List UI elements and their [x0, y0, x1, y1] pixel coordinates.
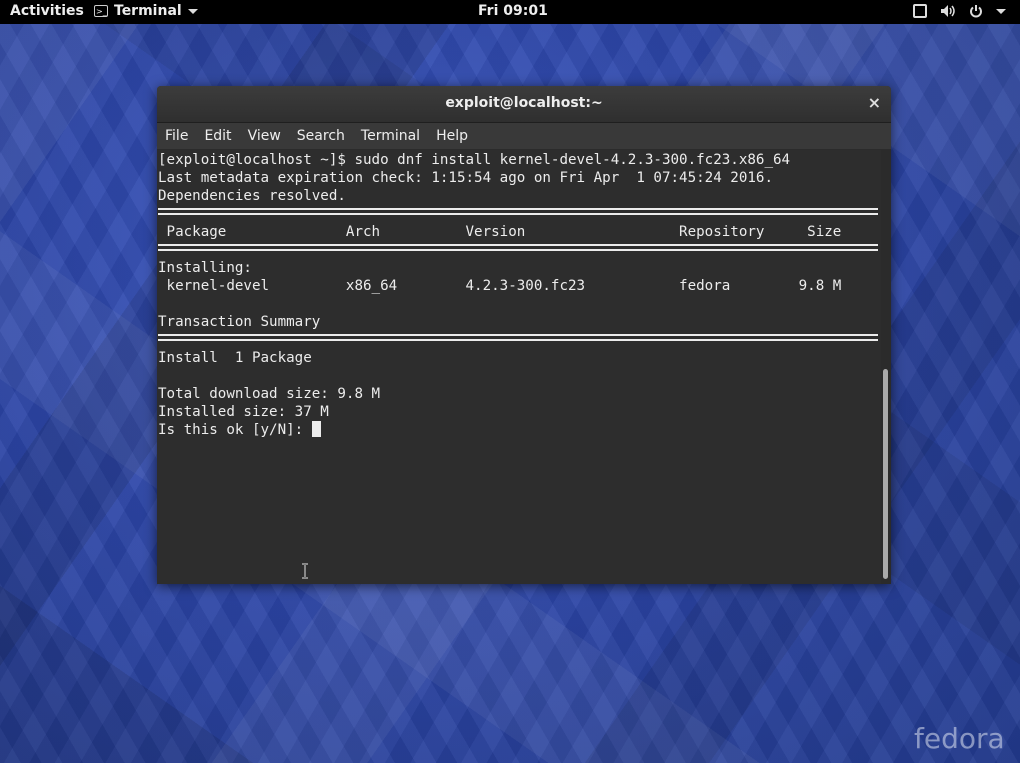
- prompt-text: Is this ok [y/N]:: [158, 422, 312, 438]
- menu-file[interactable]: File: [157, 128, 196, 144]
- separator-line: [158, 334, 878, 341]
- app-menu[interactable]: >_ Terminal: [94, 3, 198, 19]
- ibeam-cursor-icon: [302, 563, 308, 579]
- terminal-window: exploit@localhost:~ × File Edit View Sea…: [157, 86, 891, 584]
- prompt-line: Is this ok [y/N]:: [158, 421, 321, 439]
- menu-bar: File Edit View Search Terminal Help: [157, 123, 891, 149]
- table-row: kernel-devel x86_64 4.2.3-300.fc23 fedor…: [158, 278, 842, 294]
- chevron-down-icon: [996, 8, 1006, 14]
- terminal-output[interactable]: [exploit@localhost ~]$ sudo dnf install …: [157, 150, 881, 584]
- fedora-logo: fedora: [914, 722, 1005, 755]
- scrollbar-thumb[interactable]: [883, 369, 888, 579]
- terminal-line: [exploit@localhost ~]$ sudo dnf install …: [158, 152, 791, 168]
- menu-view[interactable]: View: [240, 128, 289, 144]
- terminal-line: Install 1 Package: [158, 350, 312, 366]
- text-cursor: [311, 421, 321, 437]
- window-title: exploit@localhost:~: [445, 95, 603, 111]
- terminal-line: Total download size: 9.8 M: [158, 386, 381, 402]
- separator-line: [158, 244, 878, 251]
- table-header: Package Arch Version Repository Size: [158, 224, 842, 240]
- separator-line: [158, 208, 878, 215]
- top-bar: Activities >_ Terminal Fri 09:01: [0, 0, 1020, 24]
- menu-search[interactable]: Search: [289, 128, 353, 144]
- terminal-icon: >_: [94, 5, 108, 17]
- chevron-down-icon: [187, 8, 198, 14]
- terminal-line: Last metadata expiration check: 1:15:54 …: [158, 170, 773, 186]
- terminal-line: Installing:: [158, 260, 252, 276]
- system-menu[interactable]: [912, 3, 1006, 19]
- activities-button[interactable]: Activities: [10, 3, 84, 19]
- menu-help[interactable]: Help: [428, 128, 476, 144]
- window-titlebar[interactable]: exploit@localhost:~ ×: [157, 86, 891, 123]
- screen-icon: [912, 3, 928, 19]
- terminal-line: Transaction Summary: [158, 314, 321, 330]
- app-menu-label: Terminal: [114, 3, 182, 19]
- menu-terminal[interactable]: Terminal: [353, 128, 428, 144]
- clock[interactable]: Fri 09:01: [478, 3, 548, 19]
- terminal-line: Installed size: 37 M: [158, 404, 329, 420]
- menu-edit[interactable]: Edit: [196, 128, 239, 144]
- terminal-line: Dependencies resolved.: [158, 188, 346, 204]
- power-icon: [968, 3, 984, 19]
- close-icon[interactable]: ×: [868, 86, 881, 120]
- volume-icon: [940, 3, 956, 19]
